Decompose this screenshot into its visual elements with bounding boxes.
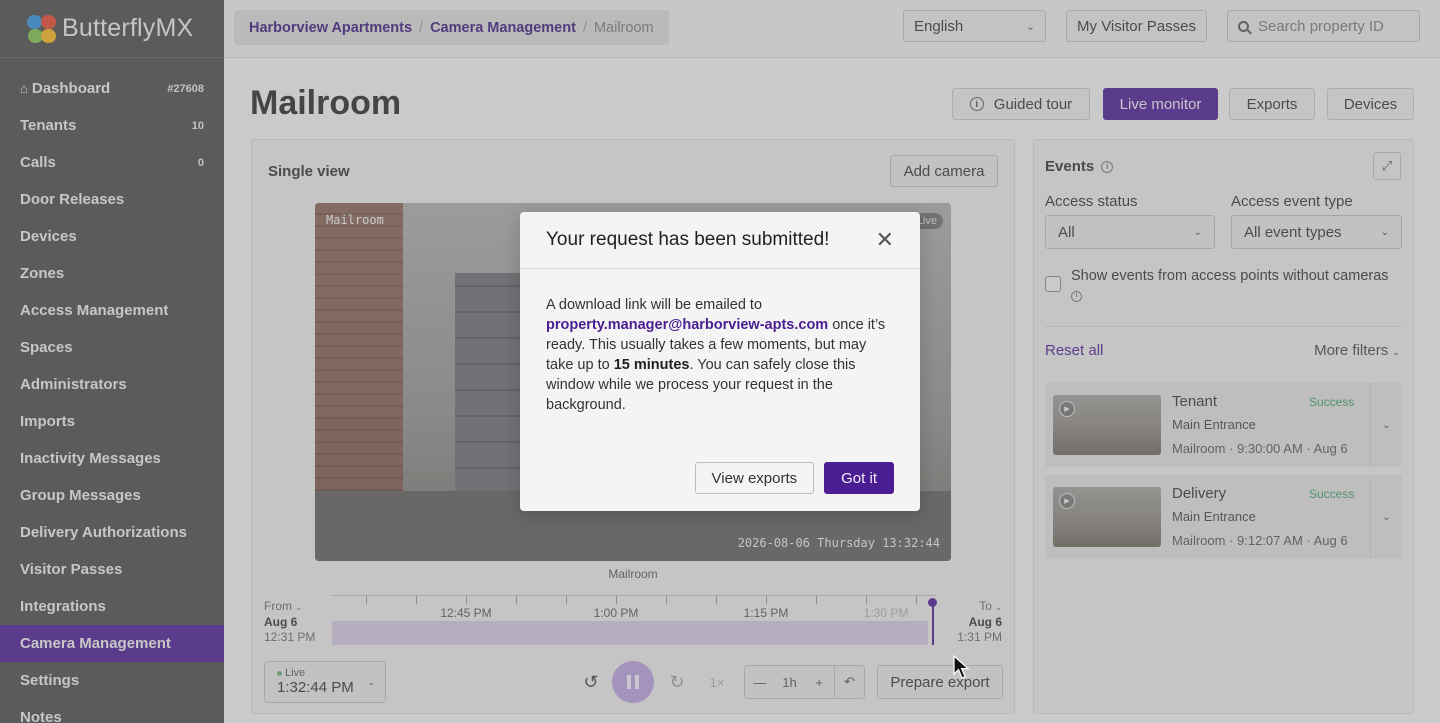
dialog-email[interactable]: property.manager@harborview-apts.com xyxy=(546,317,828,333)
dialog-duration: 15 minutes xyxy=(613,357,690,373)
got-it-button[interactable]: Got it xyxy=(824,462,894,494)
dialog-body: A download link will be emailed to prope… xyxy=(520,269,920,415)
dialog-header: Your request has been submitted! ✕ xyxy=(520,212,920,269)
dialog-title: Your request has been submitted! xyxy=(546,229,830,250)
dialog-text: A download link will be emailed to xyxy=(546,297,763,313)
close-icon[interactable]: ✕ xyxy=(876,229,894,251)
export-submitted-dialog: Your request has been submitted! ✕ A dow… xyxy=(520,212,920,511)
view-exports-button[interactable]: View exports xyxy=(694,462,815,494)
mouse-cursor-icon xyxy=(953,655,970,679)
dialog-footer: View exports Got it xyxy=(694,462,894,494)
